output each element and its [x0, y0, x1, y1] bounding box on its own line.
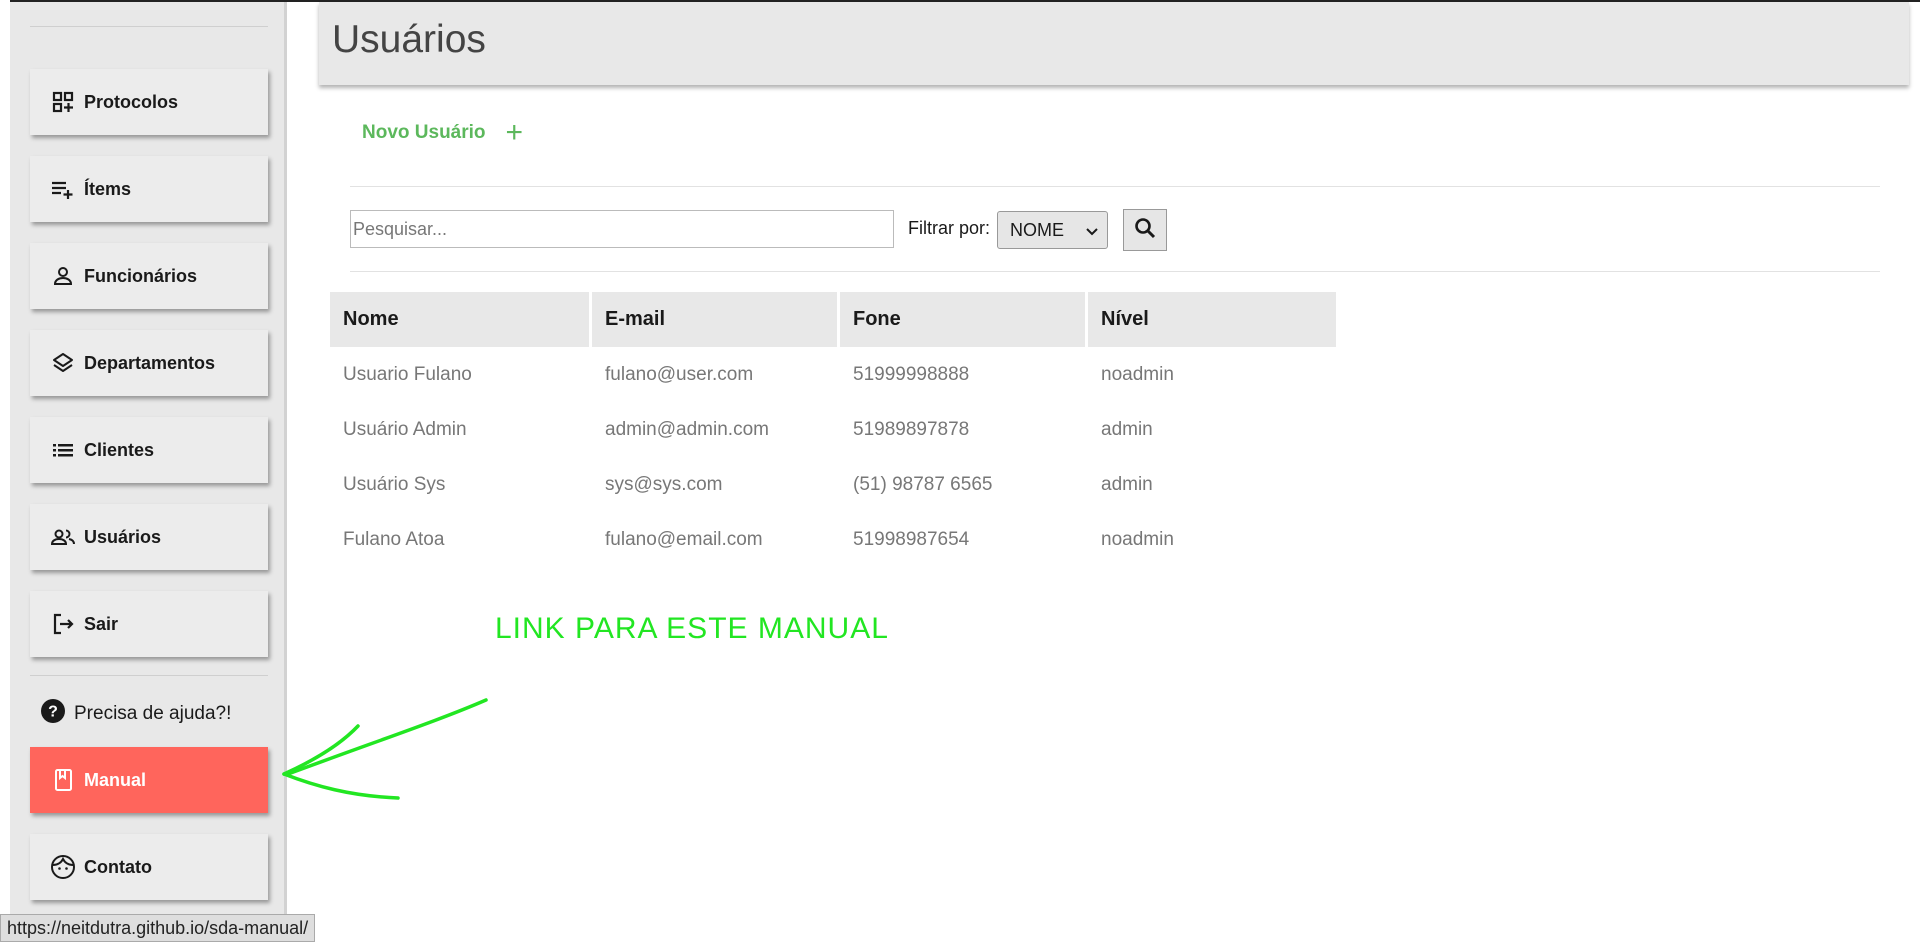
cell-nivel: admin	[1101, 473, 1153, 495]
new-user-button[interactable]: Novo Usuário +	[362, 118, 523, 148]
table-row[interactable]: Fulano Atoa fulano@email.com 51998987654…	[330, 512, 1336, 567]
list-icon	[50, 437, 76, 463]
sidebar-item-label: Clientes	[84, 439, 155, 460]
table-header-row: Nome E-mail Fone Nível	[330, 292, 1336, 347]
sidebar-item-items[interactable]: Ítems	[30, 156, 268, 222]
sidebar-item-departamentos[interactable]: Departamentos	[30, 330, 268, 396]
help-text: ? Precisa de ajuda?!	[40, 698, 231, 729]
sidebar-item-protocolos[interactable]: Protocolos	[30, 69, 268, 135]
sidebar-item-label: Usuários	[84, 526, 162, 547]
table-row[interactable]: Usuário Admin admin@admin.com 5198989787…	[330, 402, 1336, 457]
sidebar-item-funcionarios[interactable]: Funcionários	[30, 243, 268, 309]
cell-fone: (51) 98787 6565	[853, 473, 993, 495]
people-icon	[50, 524, 76, 550]
sidebar-item-label: Ítems	[84, 178, 132, 199]
sidebar-divider	[30, 26, 268, 27]
playlist-add-icon	[50, 176, 76, 202]
cell-nome: Usuário Sys	[343, 473, 446, 495]
sidebar-divider	[30, 675, 268, 676]
sidebar-item-sair[interactable]: Sair	[30, 591, 268, 657]
search-button[interactable]	[1123, 209, 1167, 251]
window-edge	[0, 0, 10, 942]
sidebar-item-label: Departamentos	[84, 352, 216, 373]
table-row[interactable]: Usuario Fulano fulano@user.com 519999988…	[330, 347, 1336, 402]
sidebar-item-label: Funcionários	[84, 265, 198, 286]
cell-email: admin@admin.com	[605, 418, 769, 440]
filter-selected-value: NOME	[1010, 219, 1064, 240]
layers-icon	[50, 350, 76, 376]
manual-label: Manual	[84, 769, 147, 790]
contact-button[interactable]: Contato	[30, 834, 268, 900]
cell-nivel: noadmin	[1101, 363, 1174, 385]
page-header: Usuários	[319, 2, 1909, 85]
cell-fone: 51999998888	[853, 363, 970, 385]
book-icon	[50, 767, 76, 793]
help-label: Precisa de ajuda?!	[74, 702, 232, 724]
new-user-label: Novo Usuário	[362, 122, 486, 143]
column-header-nivel[interactable]: Nível	[1088, 292, 1336, 347]
sidebar-item-usuarios[interactable]: Usuários	[30, 504, 268, 570]
chevron-down-icon	[1085, 222, 1099, 243]
divider	[350, 271, 1880, 272]
plus-icon: +	[505, 116, 524, 149]
column-header-email[interactable]: E-mail	[592, 292, 840, 347]
column-header-nome[interactable]: Nome	[330, 292, 592, 347]
dashboard-add-icon	[50, 89, 76, 115]
face-icon	[50, 854, 76, 880]
search-icon	[1133, 216, 1157, 245]
contact-label: Contato	[84, 856, 152, 877]
cell-nome: Usuário Admin	[343, 418, 467, 440]
cell-fone: 51998987654	[853, 528, 970, 550]
cell-nivel: admin	[1101, 418, 1153, 440]
cell-email: fulano@email.com	[605, 528, 763, 550]
manual-button[interactable]: Manual	[30, 747, 268, 813]
search-input[interactable]	[350, 210, 894, 248]
filter-label: Filtrar por:	[908, 218, 991, 238]
svg-text:?: ?	[48, 704, 58, 721]
annotation-text: LINK PARA ESTE MANUAL	[495, 612, 889, 645]
person-icon	[50, 263, 76, 289]
cell-email: fulano@user.com	[605, 363, 754, 385]
cell-nivel: noadmin	[1101, 528, 1174, 550]
annotation-arrow-icon	[282, 698, 488, 800]
column-header-fone[interactable]: Fone	[840, 292, 1088, 347]
sidebar-item-label: Sair	[84, 613, 119, 634]
users-table: Nome E-mail Fone Nível Usuario Fulano fu…	[330, 292, 1336, 567]
cell-fone: 51989897878	[853, 418, 970, 440]
logout-icon	[50, 611, 76, 637]
filter-select[interactable]: NOME	[997, 211, 1108, 249]
status-bar-url: https://neitdutra.github.io/sda-manual/	[0, 914, 316, 942]
cell-nome: Fulano Atoa	[343, 528, 445, 550]
help-icon: ?	[40, 698, 66, 729]
page-title: Usuários	[332, 18, 486, 61]
sidebar-item-clientes[interactable]: Clientes	[30, 417, 268, 483]
cell-nome: Usuario Fulano	[343, 363, 472, 385]
sidebar: Protocolos Ítems Funcionários Departamen…	[10, 2, 287, 942]
cell-email: sys@sys.com	[605, 473, 723, 495]
divider	[350, 186, 1880, 187]
table-row[interactable]: Usuário Sys sys@sys.com (51) 98787 6565 …	[330, 457, 1336, 512]
sidebar-item-label: Protocolos	[84, 91, 179, 112]
